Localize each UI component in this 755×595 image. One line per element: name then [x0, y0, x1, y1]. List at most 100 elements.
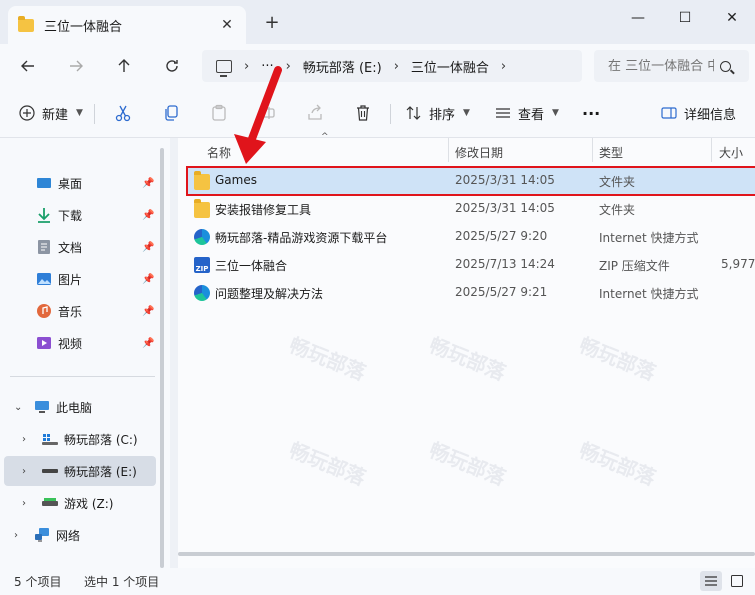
breadcrumb-folder[interactable]: 三位一体融合 [411, 57, 489, 76]
sidebar-item-label: 图片 [58, 272, 83, 287]
cut-button[interactable] [114, 101, 132, 125]
file-row-games[interactable]: Games 2025/3/31 14:05 文件夹 [186, 166, 755, 196]
forward-button[interactable] [62, 52, 90, 80]
pictures-icon [36, 271, 52, 287]
details-pane-button[interactable]: 详细信息 [660, 101, 736, 125]
pin-icon[interactable]: 📌 [142, 210, 154, 221]
share-icon [308, 104, 322, 120]
sort-button[interactable]: 排序 ▼ [405, 101, 470, 125]
sidebar-item-music[interactable]: 音乐 📌 [0, 296, 156, 326]
new-tab-button[interactable]: + [262, 12, 282, 33]
sidebar-item-label: 桌面 [58, 176, 83, 191]
watermark: 畅玩部落 [285, 332, 370, 386]
file-row-faq[interactable]: 问题整理及解决方法 2025/5/27 9:21 Internet 快捷方式 [188, 280, 755, 306]
search-input[interactable] [608, 58, 714, 74]
file-type: Internet 快捷方式 [599, 231, 699, 245]
sidebar-item-documents[interactable]: 文档 📌 [0, 232, 156, 262]
paste-button[interactable] [210, 101, 228, 125]
network-icon [34, 527, 50, 543]
up-button[interactable] [110, 52, 138, 80]
sidebar-item-downloads[interactable]: 下载 📌 [0, 200, 156, 230]
column-header-type[interactable]: 类型 [599, 142, 623, 162]
sort-caret-icon: ^ [321, 132, 329, 142]
view-button[interactable]: 查看 ▼ [494, 101, 559, 125]
chevron-down-icon[interactable]: ⌄ [14, 402, 22, 413]
more-options-button[interactable]: ··· [582, 101, 600, 125]
sidebar-item-drive-z[interactable]: › 游戏 (Z:) [0, 488, 156, 518]
file-name: 安装报错修复工具 [215, 203, 312, 217]
computer-icon [34, 399, 50, 415]
drive-icon [42, 495, 58, 511]
chevron-down-icon: ▼ [463, 108, 470, 118]
column-header-date[interactable]: 修改日期 [455, 142, 503, 162]
chevron-right-icon[interactable]: › [22, 434, 26, 445]
sidebar-item-videos[interactable]: 视频 📌 [0, 328, 156, 358]
file-row-zip[interactable]: ZIP 三位一体融合 2025/7/13 14:24 ZIP 压缩文件 5,97… [188, 252, 755, 278]
details-pane-icon [661, 107, 677, 119]
close-window-button[interactable]: ✕ [709, 4, 755, 32]
close-tab-icon[interactable]: ✕ [218, 17, 236, 33]
pin-icon[interactable]: 📌 [142, 306, 154, 317]
chevron-right-icon[interactable]: › [22, 466, 26, 477]
trash-icon [357, 105, 369, 121]
column-header-size[interactable]: 大小 [719, 142, 743, 162]
address-bar[interactable]: › ··· › 畅玩部落 (E:) › 三位一体融合 › [202, 50, 582, 82]
sidebar-scrollbar[interactable] [160, 148, 164, 568]
divider [94, 104, 95, 124]
search-box[interactable] [594, 50, 749, 82]
refresh-button[interactable] [158, 52, 186, 80]
details-view-button[interactable] [700, 571, 722, 591]
rename-icon [259, 107, 275, 119]
sort-icon [406, 106, 421, 120]
file-row-shortcut-site[interactable]: 畅玩部落-精品游戏资源下载平台 2025/5/27 9:20 Internet … [188, 224, 755, 250]
delete-button[interactable] [354, 101, 372, 125]
pin-icon[interactable]: 📌 [142, 242, 154, 253]
breadcrumb-drive[interactable]: 畅玩部落 (E:) [303, 57, 382, 76]
horizontal-scrollbar[interactable] [178, 552, 755, 556]
column-divider[interactable] [711, 138, 712, 162]
sidebar-item-drive-e[interactable]: › 畅玩部落 (E:) [4, 456, 156, 486]
tab-current[interactable]: 三位一体融合 ✕ [8, 6, 246, 44]
share-button[interactable] [306, 101, 324, 125]
copy-icon [165, 105, 178, 121]
folder-icon [18, 15, 34, 32]
file-list: ^ 名称 修改日期 类型 大小 Games 2025/3/31 14:05 文件… [178, 132, 755, 568]
chevron-down-icon: ▼ [552, 108, 559, 118]
new-button[interactable]: 新建 ▼ [18, 101, 83, 125]
windows-drive-icon [42, 431, 58, 447]
maximize-button[interactable]: ☐ [662, 4, 708, 32]
sidebar-item-pictures[interactable]: 图片 📌 [0, 264, 156, 294]
tiles-view-icon [731, 575, 743, 587]
file-type: 文件夹 [599, 175, 636, 189]
document-icon [36, 239, 52, 255]
column-divider[interactable] [592, 138, 593, 162]
sidebar-item-label: 畅玩部落 (C:) [64, 432, 138, 447]
chevron-down-icon: ▼ [76, 108, 83, 118]
sidebar-item-desktop[interactable]: 桌面 📌 [0, 168, 156, 198]
sidebar-item-this-pc[interactable]: ⌄ 此电脑 [0, 392, 156, 422]
chevron-right-icon[interactable]: › [14, 530, 18, 541]
pin-icon[interactable]: 📌 [142, 338, 154, 349]
zip-icon: ZIP [194, 257, 210, 273]
minimize-button[interactable]: — [615, 4, 661, 32]
pin-icon[interactable]: 📌 [142, 274, 154, 285]
view-label: 查看 [518, 107, 545, 123]
sidebar-item-drive-c[interactable]: › 畅玩部落 (C:) [0, 424, 156, 454]
sidebar-item-label: 音乐 [58, 304, 83, 319]
search-icon[interactable] [720, 60, 731, 72]
column-divider[interactable] [448, 138, 449, 162]
pin-icon[interactable]: 📌 [142, 178, 154, 189]
column-header-name[interactable]: 名称 [207, 142, 231, 162]
music-icon [36, 303, 52, 319]
desktop-icon [36, 175, 52, 191]
back-button[interactable] [14, 52, 42, 80]
sidebar-item-network[interactable]: › 网络 [0, 520, 156, 550]
chevron-right-icon[interactable]: › [22, 498, 26, 509]
tiles-view-button[interactable] [726, 571, 748, 591]
file-row-repair-tool[interactable]: 安装报错修复工具 2025/3/31 14:05 文件夹 [188, 196, 755, 222]
breadcrumb-more[interactable]: ··· [261, 59, 273, 74]
sidebar-item-label: 此电脑 [56, 400, 93, 415]
arrow-right-icon [70, 60, 83, 72]
rename-button[interactable] [258, 101, 276, 125]
copy-button[interactable] [162, 101, 180, 125]
